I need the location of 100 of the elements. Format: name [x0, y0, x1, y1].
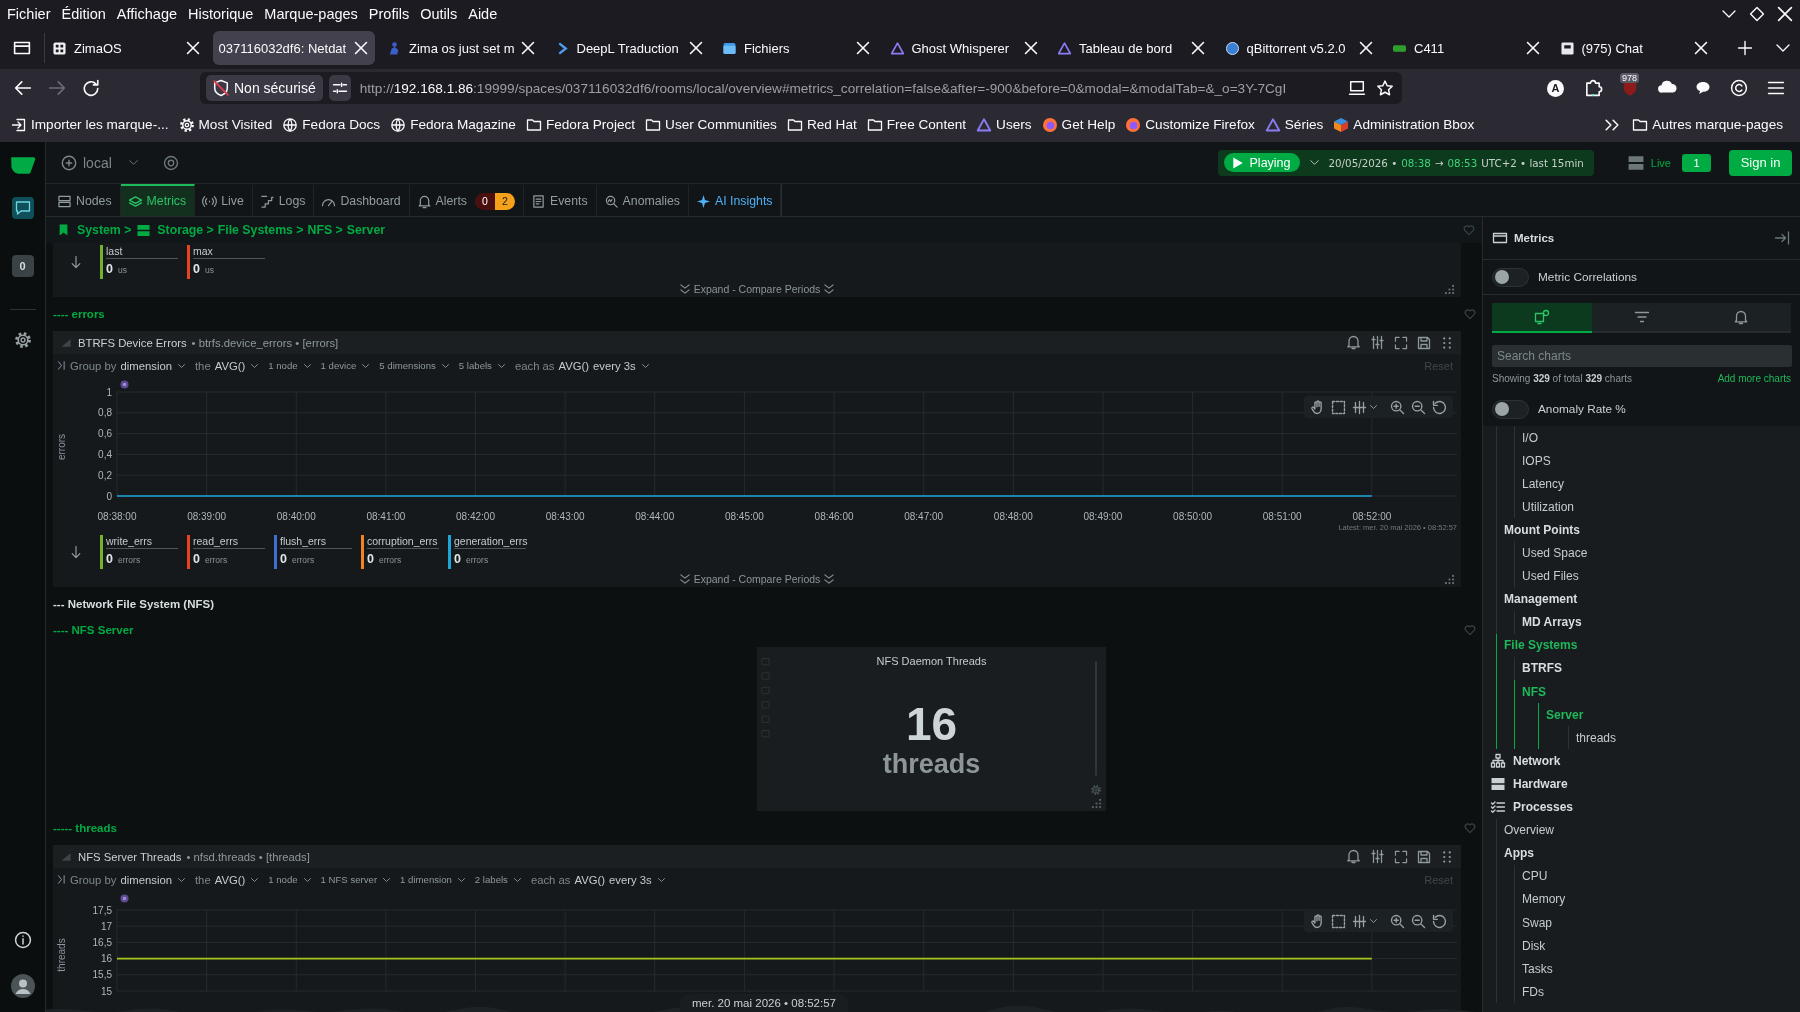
legend-item[interactable]: corruption_errs 0 errors [361, 534, 448, 569]
logo-icon[interactable] [9, 156, 36, 175]
nav-tab[interactable]: Dashboard [314, 184, 410, 216]
expand-button[interactable]: Expand - Compare Periods [679, 282, 835, 295]
drag-handle-icon[interactable] [1441, 850, 1453, 863]
save-icon[interactable] [1418, 336, 1430, 349]
close-icon[interactable] [1778, 6, 1792, 21]
nav-tab[interactable]: Metrics [120, 184, 196, 216]
browser-tab[interactable]: Tableau de bord [1050, 31, 1212, 65]
breadcrumb-link[interactable]: Storage > [157, 223, 214, 237]
chevron-down-icon[interactable] [1722, 9, 1736, 18]
tree-item[interactable]: I/O [1522, 430, 1538, 445]
tab-list-icon[interactable] [14, 40, 30, 56]
hand-icon[interactable] [1311, 400, 1324, 414]
tree-item[interactable]: FDs [1522, 984, 1544, 999]
menu-item[interactable]: Historique [183, 5, 259, 22]
toggle-switch[interactable] [1492, 267, 1529, 287]
zoom-out-icon[interactable] [1412, 914, 1425, 928]
legend-item[interactable]: generation_errs 0 errors [448, 534, 535, 569]
bookmark[interactable]: Importer les marque-... [8, 117, 173, 132]
avatar-icon[interactable] [10, 974, 35, 998]
tree-item[interactable]: Apps [1504, 846, 1534, 861]
marker-icon[interactable] [120, 380, 129, 389]
resize-grip-icon[interactable] [1445, 575, 1454, 584]
zoom-in-icon[interactable] [1391, 914, 1404, 928]
resize-grip-icon[interactable] [1445, 285, 1454, 294]
info-icon[interactable] [14, 932, 31, 948]
caret-icon[interactable] [1370, 919, 1377, 923]
bookmark-icon[interactable] [59, 224, 68, 236]
breadcrumb-link[interactable]: File Systems > [217, 223, 304, 237]
tree-item[interactable]: Used Files [1522, 569, 1579, 584]
bookmark-folder[interactable]: Autres marque-pages [1629, 117, 1787, 132]
filter-dropdown[interactable]: 1 device [320, 360, 370, 371]
bookmark[interactable]: Customize Firefox [1122, 117, 1259, 132]
bookmark[interactable]: Get Help [1038, 117, 1120, 132]
marker-icon[interactable] [120, 894, 129, 903]
tree-item[interactable]: Latency [1522, 476, 1565, 491]
target-icon[interactable] [163, 155, 178, 170]
reader-view-icon[interactable] [1349, 80, 1365, 96]
nav-tab[interactable]: Live [195, 184, 253, 216]
chevron-down-icon[interactable] [1776, 44, 1790, 52]
browser-tab[interactable]: qBittorrent v5.2.0 [1217, 31, 1380, 65]
bookmark[interactable]: Free Content [863, 117, 971, 132]
close-icon[interactable] [857, 42, 869, 54]
settings-icon[interactable] [14, 332, 31, 348]
nav-tab[interactable]: AI Insights [689, 184, 782, 216]
browser-tab[interactable]: (975) Chat [1552, 31, 1715, 65]
browser-tab[interactable]: 037116032df6: Netdat [212, 31, 375, 65]
tree-item[interactable]: Memory [1522, 892, 1566, 907]
drag-handle-icon[interactable] [1441, 336, 1453, 349]
filter-dropdown[interactable]: the AVG() [194, 359, 259, 372]
legend-item[interactable]: flush_errs 0 errors [274, 534, 361, 569]
filter-dropdown[interactable]: 5 labels [458, 360, 505, 371]
bookmark[interactable]: Most Visited [175, 117, 277, 132]
menu-item[interactable]: Marque-pages [259, 5, 363, 22]
close-icon[interactable] [1527, 42, 1539, 54]
save-icon[interactable] [1418, 850, 1430, 863]
tree-item[interactable]: Tasks [1522, 961, 1553, 976]
hand-icon[interactable] [1311, 914, 1324, 928]
room-selector[interactable]: local [62, 154, 138, 171]
toggle-switch[interactable] [1492, 399, 1529, 419]
chat-button[interactable] [11, 197, 34, 219]
puzzle-icon[interactable] [1585, 80, 1601, 96]
nav-tab[interactable]: Events [524, 184, 597, 216]
close-icon[interactable] [1359, 42, 1372, 54]
bookmark[interactable]: Administration Bbox [1330, 117, 1479, 132]
legend-item[interactable]: last 0 us [100, 244, 187, 279]
tree-item[interactable]: Network [1513, 753, 1561, 768]
menu-item[interactable]: Aide [463, 5, 503, 22]
close-icon[interactable] [522, 42, 535, 54]
tree-item[interactable]: Hardware [1513, 776, 1568, 791]
collapse-icon[interactable] [57, 875, 66, 884]
reset-zoom-icon[interactable] [1433, 400, 1446, 414]
chat-bubble-icon[interactable] [1696, 81, 1710, 95]
filter-dropdown[interactable]: 1 dimension [400, 874, 465, 885]
tree-item[interactable]: Server [1546, 707, 1584, 722]
tree-item[interactable]: CPU [1522, 869, 1548, 884]
search-field[interactable]: Search charts [1492, 345, 1792, 367]
browser-tab[interactable]: Fichiers [715, 31, 877, 65]
caret-icon[interactable] [1370, 405, 1377, 409]
breadcrumb-link[interactable]: Server [346, 223, 386, 237]
zoom-in-icon[interactable] [1391, 400, 1404, 414]
cloud-icon[interactable] [1659, 80, 1675, 96]
tree-item[interactable]: NFS [1522, 684, 1546, 699]
expand-icon[interactable] [1395, 850, 1407, 863]
filter-dropdown[interactable]: each as AVG() every 3s [514, 359, 649, 372]
menu-item[interactable]: Affichage [111, 5, 183, 22]
filter-dropdown[interactable]: each as AVG() every 3s [530, 873, 665, 886]
browser-tab[interactable]: Zima os just set m [380, 31, 542, 65]
reload-icon[interactable] [83, 80, 99, 96]
sliders-icon[interactable] [1371, 336, 1384, 349]
nav-tab[interactable]: Alerts 0 2 [409, 184, 524, 216]
filter-dropdown[interactable]: the AVG() [194, 873, 259, 886]
tree-item[interactable]: Mount Points [1504, 522, 1580, 537]
security-button[interactable]: Non sécurisé [206, 75, 323, 101]
menu-item[interactable]: Édition [56, 5, 111, 22]
nav-tab[interactable]: Anomalies [596, 184, 690, 216]
down-arrow-icon[interactable] [70, 255, 82, 268]
bookmark[interactable]: User Communities [642, 117, 781, 132]
filter-dropdown[interactable]: 1 node [268, 874, 311, 885]
